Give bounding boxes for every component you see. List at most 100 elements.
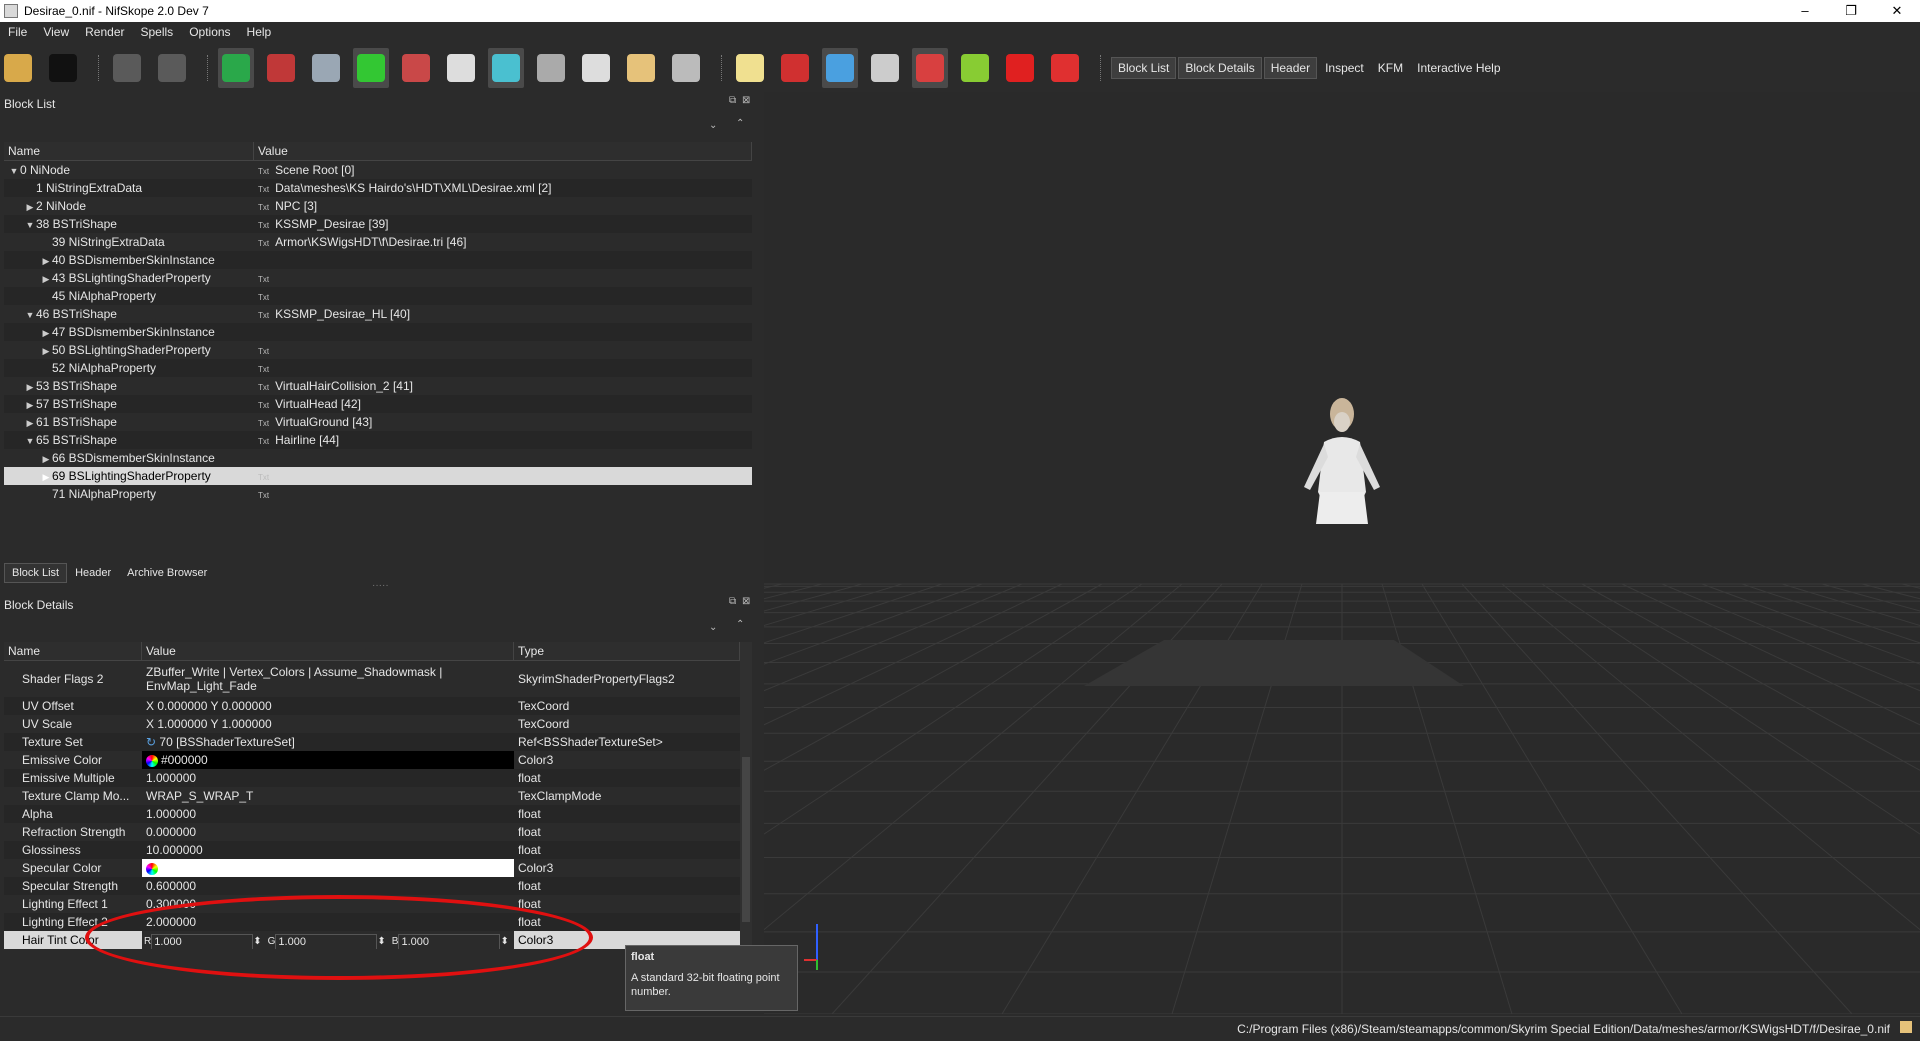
detail-value-cell[interactable]: 1.000000: [142, 769, 514, 787]
toolbar-inspect-button[interactable]: Inspect: [1319, 58, 1370, 78]
tree-row[interactable]: ▶ 43 BSLightingShaderProperty Txt: [4, 269, 752, 287]
minimize-button[interactable]: –: [1782, 0, 1828, 22]
expand-arrow-icon[interactable]: ▶: [40, 342, 52, 359]
expand-arrow-icon[interactable]: ▶: [24, 378, 36, 395]
load-icon[interactable]: [0, 48, 36, 88]
show-axes-icon[interactable]: [777, 48, 813, 88]
detail-row[interactable]: Shader Flags 2 ZBuffer_Write | Vertex_Col…: [4, 661, 740, 697]
block-list-tree[interactable]: Name Value ▼ 0 NiNode Txt Scene Root [0] 1 N…: [4, 142, 752, 554]
column-name[interactable]: Name: [4, 642, 142, 660]
restore-button[interactable]: ❐: [1828, 0, 1874, 22]
expand-arrow-icon[interactable]: ▶: [24, 396, 36, 413]
tree-row[interactable]: ▶ 69 BSLightingShaderProperty Txt: [4, 467, 752, 485]
tree-row[interactable]: ▼ 0 NiNode Txt Scene Root [0]: [4, 161, 752, 179]
tab-block-list[interactable]: Block List: [4, 563, 68, 583]
tree-row[interactable]: 45 NiAlphaProperty Txt: [4, 287, 752, 305]
detail-row[interactable]: Emissive Color #000000 Color3: [4, 751, 740, 769]
toolbar-header-button[interactable]: Header: [1263, 57, 1318, 79]
collapse-arrow-icon[interactable]: ▼: [24, 216, 36, 233]
tab-archive-browser[interactable]: Archive Browser: [119, 563, 215, 583]
menu-spells[interactable]: Spells: [133, 25, 182, 39]
spin-arrows-icon[interactable]: ⬍: [500, 933, 508, 949]
view-user-icon[interactable]: [443, 48, 479, 88]
expand-all-icon[interactable]: ⌃: [736, 118, 744, 129]
channel-b-input[interactable]: [398, 934, 501, 949]
tree-row[interactable]: ▶ 53 BSTriShape Txt VirtualHairCollision_2 …: [4, 377, 752, 395]
tree-row[interactable]: ▼ 46 BSTriShape Txt KSSMP_Desirae_HL [40]: [4, 305, 752, 323]
tree-row[interactable]: 39 NiStringExtraData Txt Armor\KSWigsHDT\f…: [4, 233, 752, 251]
tree-row[interactable]: 71 NiAlphaProperty Txt: [4, 485, 752, 503]
column-name[interactable]: Name: [4, 142, 254, 160]
menu-help[interactable]: Help: [239, 25, 280, 39]
detail-row[interactable]: Specular Color Color3: [4, 859, 740, 877]
show-selected-icon[interactable]: [623, 48, 659, 88]
render-viewport[interactable]: [764, 92, 1920, 1014]
tree-row[interactable]: ▶ 50 BSLightingShaderProperty Txt: [4, 341, 752, 359]
detail-value-cell[interactable]: X 1.000000 Y 1.000000: [142, 715, 514, 733]
toolbar-interactive-help-button[interactable]: Interactive Help: [1411, 58, 1506, 78]
detail-value-cell[interactable]: 0.000000: [142, 823, 514, 841]
block-details-table[interactable]: Name Value Type Shader Flags 2 ZBuffer_Wr…: [4, 642, 740, 952]
detail-value-cell[interactable]: 1.000000: [142, 805, 514, 823]
details-collapse-icon[interactable]: ⌄: [709, 622, 717, 633]
collapse-arrow-icon[interactable]: ▼: [24, 306, 36, 323]
detail-value-cell[interactable]: 2.000000: [142, 913, 514, 931]
detail-row[interactable]: Specular Strength 0.600000 float: [4, 877, 740, 895]
tree-row[interactable]: ▶ 57 BSTriShape Txt VirtualHead [42]: [4, 395, 752, 413]
detail-row[interactable]: UV Offset X 0.000000 Y 0.000000 TexCoord: [4, 697, 740, 715]
show-markers-icon[interactable]: [1002, 48, 1038, 88]
walk-icon[interactable]: [533, 48, 569, 88]
expand-arrow-icon[interactable]: ▶: [24, 414, 36, 431]
color-picker-icon[interactable]: [146, 862, 158, 875]
channel-g-input[interactable]: [275, 934, 378, 949]
tree-row[interactable]: ▶ 2 NiNode Txt NPC [3]: [4, 197, 752, 215]
view-top-icon[interactable]: [308, 48, 344, 88]
tree-row[interactable]: ▼ 65 BSTriShape Txt Hairline [44]: [4, 431, 752, 449]
expand-arrow-icon[interactable]: ▶: [24, 198, 36, 215]
detail-value-cell[interactable]: 0.600000: [142, 877, 514, 895]
view-front-icon[interactable]: [353, 48, 389, 88]
close-button[interactable]: ✕: [1874, 0, 1920, 22]
menu-file[interactable]: File: [0, 25, 35, 39]
menu-view[interactable]: View: [35, 25, 77, 39]
detail-value-cell[interactable]: X 0.000000 Y 0.000000: [142, 697, 514, 715]
column-value[interactable]: Value: [254, 142, 752, 160]
lighting-icon[interactable]: [732, 48, 768, 88]
expand-arrow-icon[interactable]: ▶: [40, 270, 52, 287]
detail-value-cell[interactable]: [142, 859, 514, 877]
view-flip-icon[interactable]: [488, 48, 524, 88]
select-object-icon[interactable]: [218, 48, 254, 88]
detail-row[interactable]: Texture Clamp Mo... WRAP_S_WRAP_T TexClamp…: [4, 787, 740, 805]
column-value[interactable]: Value: [142, 642, 514, 660]
disable-shading-icon[interactable]: [1047, 48, 1083, 88]
expand-arrow-icon[interactable]: ▶: [40, 468, 52, 485]
view-side-icon[interactable]: [398, 48, 434, 88]
details-scrollbar[interactable]: [740, 642, 752, 952]
detail-row[interactable]: Glossiness 10.000000 float: [4, 841, 740, 859]
collapse-arrow-icon[interactable]: ▼: [24, 432, 36, 449]
undo-icon[interactable]: [109, 48, 145, 88]
menu-options[interactable]: Options: [181, 25, 238, 39]
collapse-all-icon[interactable]: ⌄: [709, 120, 717, 131]
detail-value-cell[interactable]: 0.300000: [142, 895, 514, 913]
show-nodes-icon[interactable]: [822, 48, 858, 88]
detail-row[interactable]: UV Scale X 1.000000 Y 1.000000 TexCoord: [4, 715, 740, 733]
select-vertex-icon[interactable]: [263, 48, 299, 88]
tree-row[interactable]: ▶ 61 BSTriShape Txt VirtualGround [43]: [4, 413, 752, 431]
tree-row[interactable]: 1 NiStringExtraData Txt Data\meshes\KS Hai…: [4, 179, 752, 197]
show-hidden-icon[interactable]: [578, 48, 614, 88]
tree-row[interactable]: ▼ 38 BSTriShape Txt KSSMP_Desirae [39]: [4, 215, 752, 233]
channel-r-input[interactable]: [151, 934, 254, 949]
expand-arrow-icon[interactable]: ▶: [40, 252, 52, 269]
detail-value-cell[interactable]: WRAP_S_WRAP_T: [142, 787, 514, 805]
detail-value-cell[interactable]: ZBuffer_Write | Vertex_Colors | Assume_S…: [142, 661, 514, 697]
spin-arrows-icon[interactable]: ⬍: [253, 933, 261, 949]
tree-row[interactable]: 52 NiAlphaProperty Txt: [4, 359, 752, 377]
detail-value-cell[interactable]: ↻ 70 [BSShaderTextureSet]: [142, 733, 514, 751]
dock-close-icon[interactable]: ⊠: [742, 95, 750, 106]
details-float-icon[interactable]: ⧉: [729, 596, 736, 607]
detail-row[interactable]: Texture Set ↻ 70 [BSShaderTextureSet] Ref<…: [4, 733, 740, 751]
link-icon[interactable]: ↻: [146, 735, 159, 749]
toolbar-kfm-button[interactable]: KFM: [1372, 58, 1409, 78]
expand-arrow-icon[interactable]: ▶: [40, 450, 52, 467]
